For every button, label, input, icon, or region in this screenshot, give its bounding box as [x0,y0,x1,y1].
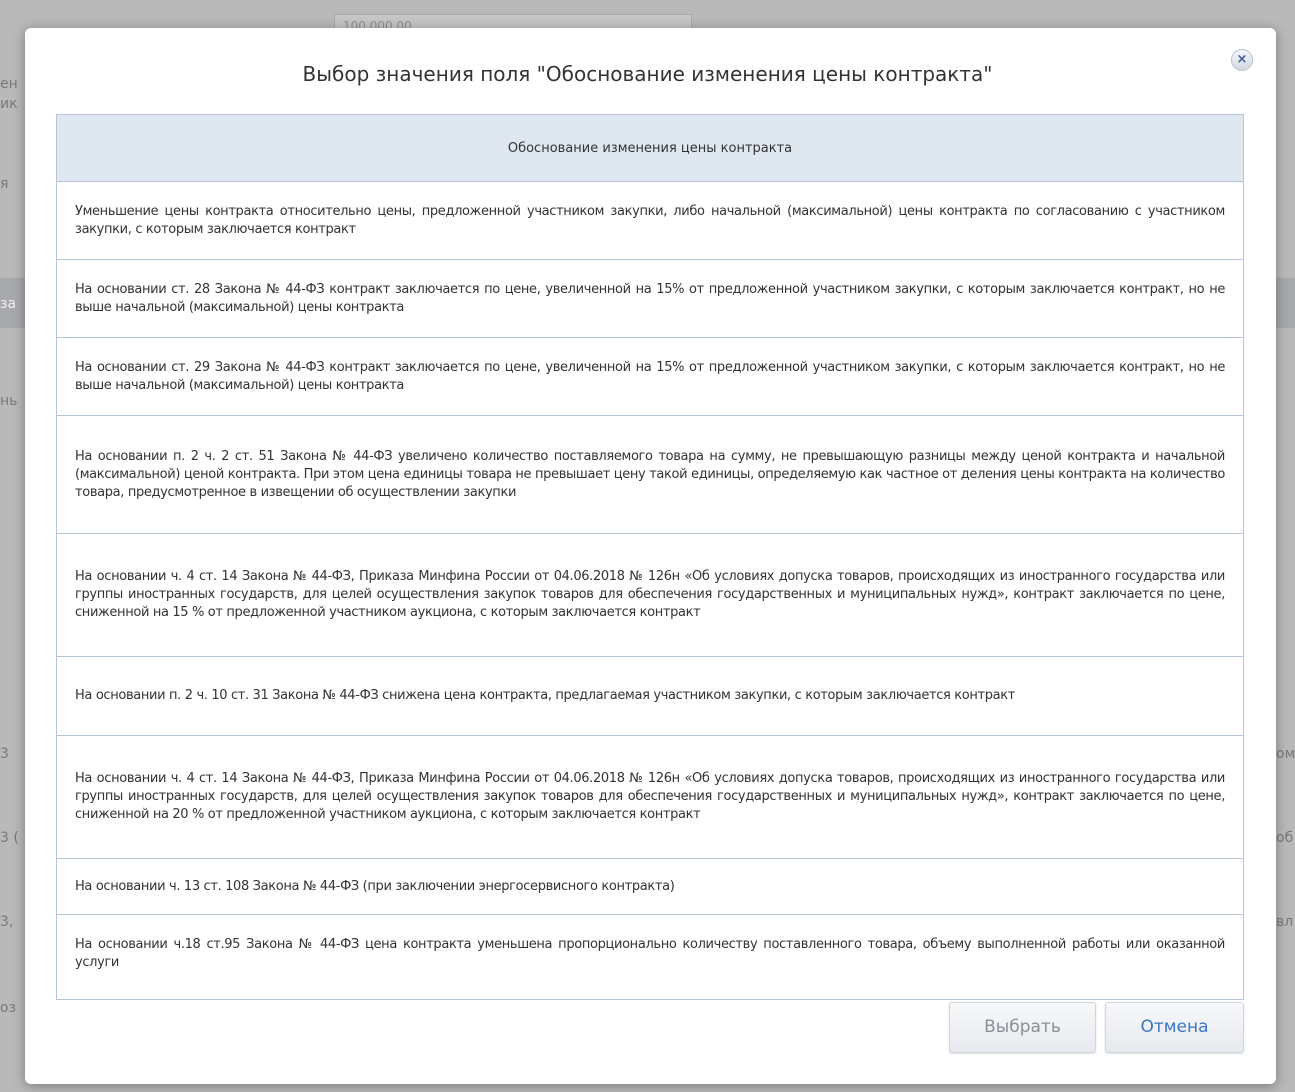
background-text-fragment: ом [1276,746,1295,762]
cancel-button[interactable]: Отмена [1105,1002,1244,1053]
option-row[interactable]: На основании п. 2 ч. 10 ст. 31 Закона № … [57,657,1243,736]
option-row-text: На основании п. 2 ч. 10 ст. 31 Закона № … [75,688,1015,703]
options-table: Обоснование изменения цены контракта Уме… [56,114,1244,1000]
background-text-fragment: оз [0,1000,17,1016]
close-icon: × [1236,52,1248,67]
option-row[interactable]: На основании ч. 13 ст. 108 Закона № 44-Ф… [57,859,1243,915]
option-row-text: На основании ч. 13 ст. 108 Закона № 44-Ф… [75,878,675,894]
option-row[interactable]: На основании ст. 28 Закона № 44-ФЗ контр… [57,260,1243,338]
background-text-fragment: 3 ( [0,830,19,846]
option-row[interactable]: Уменьшение цены контракта относительно ц… [57,182,1243,260]
background-text-fragment: я [0,176,9,192]
option-row[interactable]: На основании ч. 4 ст. 14 Закона № 44-ФЗ,… [57,534,1243,657]
option-row[interactable]: На основании ч.18 ст.95 Закона № 44-ФЗ ц… [57,915,1243,993]
option-row-text: На основании ч. 4 ст. 14 Закона № 44-ФЗ,… [75,569,1225,620]
close-button[interactable]: × [1231,49,1253,71]
option-row-text: На основании ст. 29 Закона № 44-ФЗ контр… [75,359,1225,393]
select-button[interactable]: Выбрать [949,1002,1096,1053]
background-text-fragment: за [0,296,17,312]
option-row-text: На основании ст. 28 Закона № 44-ФЗ контр… [75,281,1225,315]
background-text-fragment: нь [0,393,18,409]
option-row[interactable]: На основании п. 2 ч. 2 ст. 51 Закона № 4… [57,416,1243,534]
background-text-fragment: 3, [0,914,14,930]
option-row-text: На основании п. 2 ч. 2 ст. 51 Закона № 4… [75,448,1225,500]
table-column-header: Обоснование изменения цены контракта [57,115,1243,182]
option-row-text: На основании ч.18 ст.95 Закона № 44-ФЗ ц… [75,937,1225,970]
option-row-text: На основании ч. 4 ст. 14 Закона № 44-ФЗ,… [75,771,1225,822]
background-text-fragment: 3 [0,746,9,762]
background-text-fragment: вл [1276,914,1294,930]
option-row-text: Уменьшение цены контракта относительно ц… [75,203,1225,237]
option-row[interactable]: На основании ст. 29 Закона № 44-ФЗ контр… [57,338,1243,416]
background-text-fragment: ик [0,96,18,112]
option-row[interactable]: На основании ч. 4 ст. 14 Закона № 44-ФЗ,… [57,736,1243,859]
dialog-title: Выбор значения поля "Обоснование изменен… [302,62,993,86]
background-text-fragment: об [1276,830,1294,846]
